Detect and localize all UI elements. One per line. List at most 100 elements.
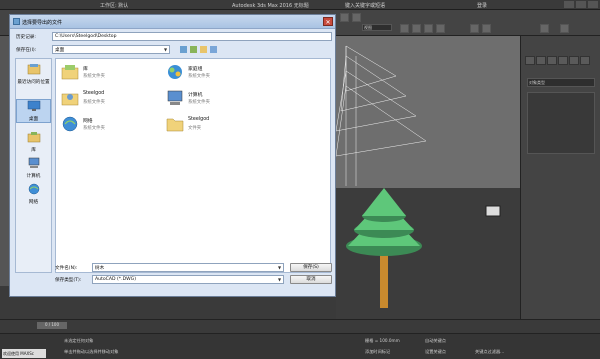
select-icon[interactable] [400,24,409,33]
file-type: 系统文件夹 [83,126,105,131]
save-button[interactable]: 保存(S) [290,263,332,272]
filename-label: 文件名(N): [55,266,78,271]
place-desktop[interactable]: 桌面 [16,99,51,123]
dialog-app-icon [13,18,20,25]
place-label: 最近访问的位置 [17,80,50,85]
places-bar: 最近访问的位置 桌面 库 计算机 网络 [15,58,52,273]
tab-hierarchy[interactable] [547,56,557,65]
undo-icon[interactable] [340,13,349,22]
selection-status: 未选定任何对象 [64,338,94,343]
tab-create[interactable] [525,56,535,65]
close-window-button[interactable] [588,1,598,8]
place-computer[interactable]: 计算机 [16,157,51,179]
recent-icon [27,64,40,75]
scale-icon[interactable] [436,24,445,33]
file-name: 计算机 [188,93,203,98]
file-type: 系统文件夹 [83,74,105,79]
file-type: 文件夹 [188,126,202,131]
computer-icon [28,157,39,168]
workspace-selector[interactable]: 工作区: 默认 [100,2,128,9]
filename-input[interactable]: 树木 ▼ [92,263,284,272]
up-folder-icon[interactable] [190,46,197,53]
maxscript-listener[interactable]: 欢迎使用 MAXSc [2,349,46,358]
tab-display[interactable] [569,56,579,65]
user-icon [61,93,79,106]
nav-toolbar [180,46,217,53]
reference-coord-select[interactable]: 视图 [362,24,392,31]
tree-model [346,188,501,308]
homegroup-icon [168,65,182,79]
rotate-icon[interactable] [424,24,433,33]
dialog-title-bar: 选择要导出的文件 ✕ [10,15,335,29]
history-field[interactable]: C:\Users\Steelgod\Desktop [52,32,332,41]
window-controls [564,1,598,8]
place-recent[interactable]: 最近访问的位置 [16,63,51,85]
wireframe-cones [335,45,427,186]
computer-icon [167,90,183,105]
place-library[interactable]: 库 [16,131,51,153]
auto-key-label[interactable]: 自动关键点 [425,338,446,344]
filetype-label: 保存类型(T): [55,278,82,283]
close-icon[interactable]: ✕ [323,17,333,26]
file-list[interactable]: 库 系统文件夹 家庭组 系统文件夹 Steelgod 系统文件夹 计算机 系统文… [55,58,331,273]
tab-motion[interactable] [558,56,568,65]
list-item[interactable]: 网络 系统文件夹 [61,115,156,135]
save-in-value: 桌面 [55,48,65,53]
render-icon[interactable] [560,24,569,33]
filename-value: 树木 [95,266,105,271]
snap-icon[interactable] [470,24,479,33]
network-icon [62,116,78,132]
command-panel: 对象类型 [520,36,600,319]
list-item[interactable]: 家庭组 系统文件夹 [166,63,261,83]
set-key-label[interactable]: 设置关键点 [425,349,446,355]
chevron-down-icon: ▼ [277,265,282,270]
top-viewport[interactable] [335,36,520,188]
mirror-icon[interactable] [482,24,491,33]
perspective-viewport[interactable] [336,188,520,319]
place-label: 网络 [28,200,39,205]
filetype-select[interactable]: AutoCAD (*.DWG) ▼ [92,275,284,284]
list-item[interactable]: 计算机 系统文件夹 [166,89,261,109]
history-label: 历史记录: [16,35,36,40]
file-name: 家庭组 [188,67,203,72]
desktop-icon [27,100,40,111]
tab-modify[interactable] [536,56,546,65]
timeline[interactable]: 0 / 100 [0,319,600,333]
save-in-label: 保存在(I): [16,48,37,53]
grid-size: 栅格 = 100.0mm [365,338,400,343]
viewcube [485,205,501,217]
time-slider[interactable]: 0 / 100 [37,322,67,329]
library-icon [61,65,79,80]
list-item[interactable]: Steelgod 系统文件夹 [61,89,156,109]
search-input[interactable]: 键入关键字或短语 [345,2,385,9]
signin-link[interactable]: 登录 [477,2,487,9]
key-filter-button[interactable]: 关键点过滤器... [475,349,504,355]
view-menu-icon[interactable] [210,46,217,53]
list-item[interactable]: 库 系统文件夹 [61,63,156,83]
tab-utilities[interactable] [580,56,590,65]
network-icon [28,183,39,195]
place-network[interactable]: 网络 [16,183,51,205]
new-folder-icon[interactable] [200,46,207,53]
minimize-button[interactable] [564,1,574,8]
place-label: 桌面 [28,117,39,122]
command-tabs [525,56,590,65]
status-bar: 欢迎使用 MAXSc 未选定任何对象 单击并拖动以选择并移动对象 栅格 = 10… [0,333,600,359]
prompt-line: 单击并拖动以选择并移动对象 [64,349,119,354]
tree-trunk [380,248,388,308]
place-label: 计算机 [26,174,41,179]
back-icon[interactable] [180,46,187,53]
max-title-bar: 工作区: 默认 Autodesk 3ds Max 2016 无标题 键入关键字或… [0,0,600,10]
cancel-button[interactable]: 取消 [290,275,332,284]
maximize-button[interactable] [576,1,586,8]
object-type-field[interactable]: 对象类型 [527,78,595,87]
list-item[interactable]: Steelgod 文件夹 [166,115,261,135]
file-name: Steelgod [83,91,105,96]
material-editor-icon[interactable] [540,24,549,33]
chevron-down-icon: ▼ [277,277,282,282]
file-type: 系统文件夹 [188,100,210,105]
move-icon[interactable] [412,24,421,33]
save-in-select[interactable]: 桌面 ▼ [52,45,170,54]
add-time-tag[interactable]: 添加时间标记 [365,349,390,355]
redo-icon[interactable] [352,13,361,22]
